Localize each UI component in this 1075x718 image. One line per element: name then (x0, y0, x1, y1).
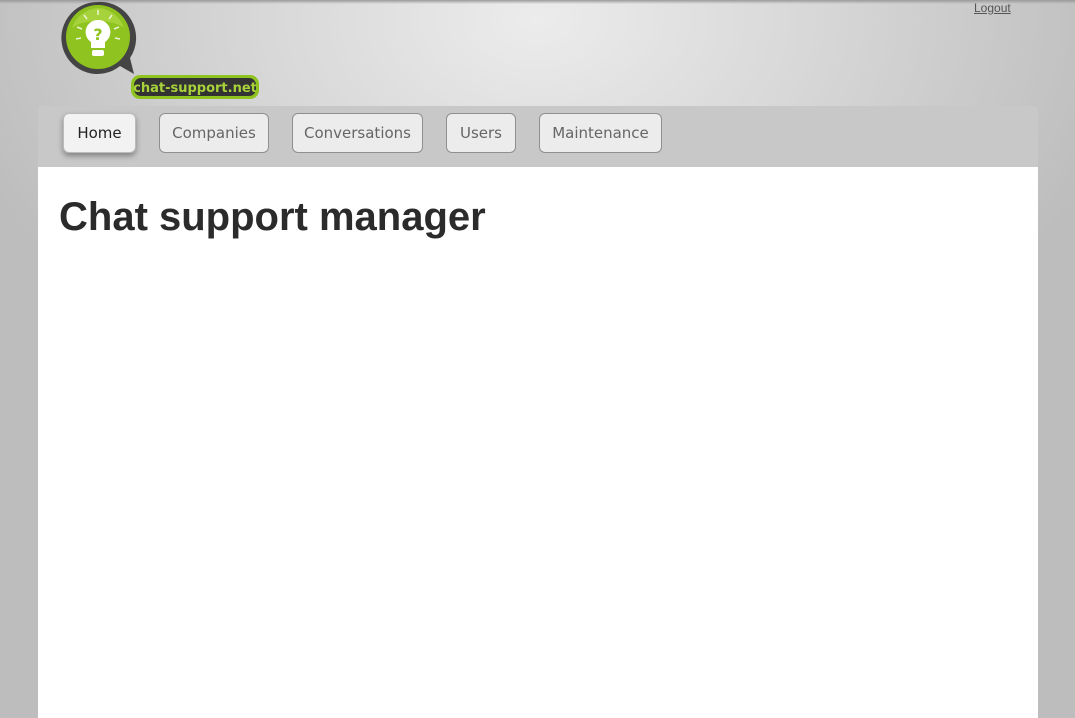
tab-conversations[interactable]: Conversations (292, 113, 423, 153)
svg-text:?: ? (93, 25, 102, 44)
main-nav: Home Companies Conversations Users Maint… (38, 106, 1038, 167)
tab-home[interactable]: Home (63, 113, 136, 153)
chat-support-logo[interactable]: ? chat-support.net (60, 0, 262, 102)
main-content: Chat support manager (38, 167, 1038, 718)
tab-companies[interactable]: Companies (159, 113, 269, 153)
svg-text:chat-support.net: chat-support.net (133, 81, 257, 96)
page-title: Chat support manager (59, 195, 486, 239)
logout-link[interactable]: Logout (974, 1, 1011, 15)
tab-maintenance[interactable]: Maintenance (539, 113, 662, 153)
tab-users[interactable]: Users (446, 113, 516, 153)
